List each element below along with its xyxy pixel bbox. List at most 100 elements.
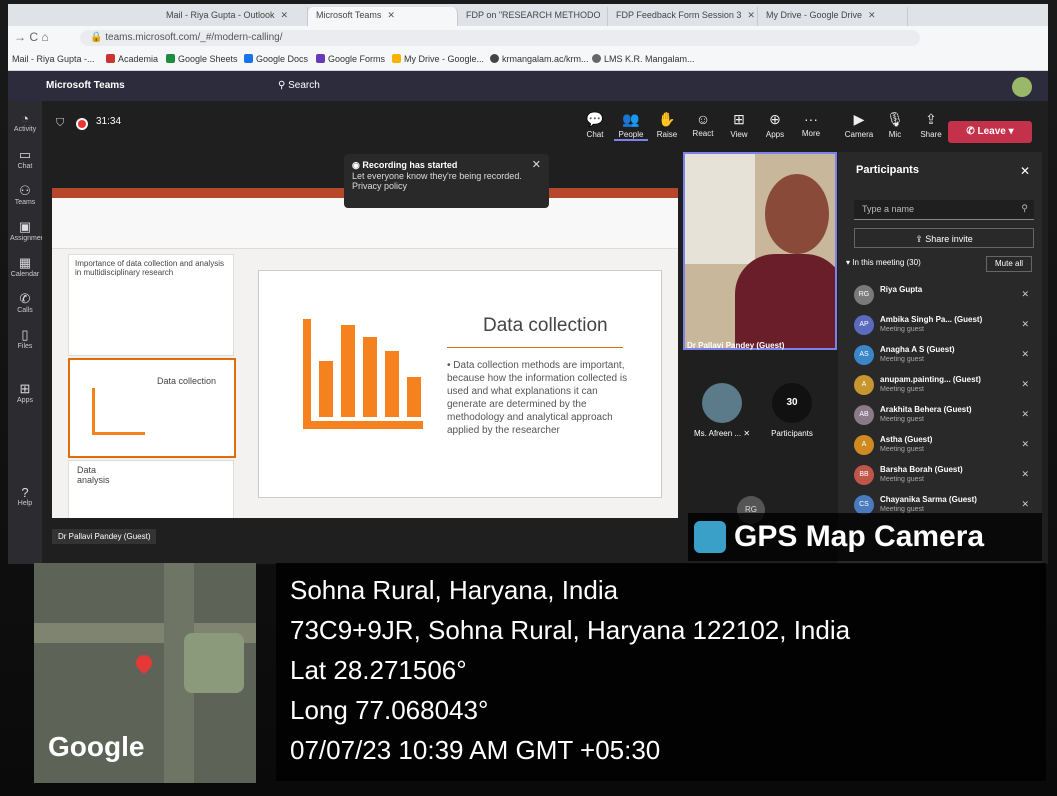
tab-fdp[interactable]: FDP on "RESEARCH METHODO✕: [458, 7, 608, 26]
people-button[interactable]: 👥 People: [614, 111, 648, 141]
participant-row[interactable]: Aanupam.painting... (Guest) Meeting guest…: [854, 372, 1039, 402]
bookmark-forms[interactable]: Google Forms: [316, 54, 385, 64]
participant-row[interactable]: BB Barsha Borah (Guest) Meeting guest ✕: [854, 462, 1039, 492]
search-box[interactable]: ⚲ Search: [278, 80, 320, 91]
more-button[interactable]: ··· More: [794, 111, 828, 138]
react-button[interactable]: ☺ React: [686, 111, 720, 138]
close-icon[interactable]: ✕: [747, 10, 755, 20]
participant-search-input[interactable]: Type a name ⚲: [854, 200, 1034, 220]
rail-calendar[interactable]: ▦ Calendar: [10, 255, 40, 278]
bookmark-lms[interactable]: LMS K.R. Mangalam...: [592, 54, 695, 64]
share-button[interactable]: ⇪ Share: [914, 111, 948, 139]
button-label: Share: [920, 130, 942, 139]
rail-activity[interactable]: ◔ Activity: [10, 111, 40, 133]
bookmark-drive[interactable]: My Drive - Google...: [392, 54, 484, 64]
participant-role: Meeting guest: [880, 476, 924, 483]
map-brand: Google: [48, 731, 145, 762]
slide-thumb-2[interactable]: Data collection: [68, 358, 236, 458]
close-icon[interactable]: ✕: [281, 10, 289, 20]
mic-off-icon[interactable]: ✕: [1021, 439, 1029, 450]
toast-body: Let everyone know they're being recorded…: [352, 171, 522, 181]
apps-button[interactable]: ⊕ Apps: [758, 111, 792, 139]
button-label: Camera: [844, 130, 874, 139]
recording-icon: [76, 118, 88, 130]
participant-row[interactable]: AP Ambika Singh Pa... (Guest) Meeting gues…: [854, 312, 1039, 342]
mic-off-icon[interactable]: ✕: [1021, 469, 1029, 480]
help-icon: ?: [21, 485, 29, 500]
monitor-screen: Mail - Riya Gupta - Outlook ✕ Microsoft T…: [8, 4, 1048, 564]
close-icon[interactable]: ✕: [868, 10, 876, 20]
rail-teams[interactable]: ⚇ Teams: [10, 183, 40, 206]
bookmark-academia[interactable]: Academia: [106, 54, 158, 64]
camera-button[interactable]: ▶ Camera: [842, 111, 876, 139]
bookmark-label: krmangalam.ac/krm...: [502, 54, 589, 64]
participant-role: Meeting guest: [880, 356, 924, 363]
slide-thumb-1[interactable]: Importance of data collection and analys…: [68, 254, 234, 356]
leave-label: Leave: [977, 126, 1006, 137]
participant-row[interactable]: AS Anagha A S (Guest) Meeting guest ✕: [854, 342, 1039, 372]
mic-button[interactable]: 🎙 Mic: [878, 111, 912, 139]
avatar[interactable]: [1012, 77, 1032, 97]
share-icon: ⇪: [925, 111, 937, 127]
raise-button[interactable]: ✋ Raise: [650, 111, 684, 139]
mic-off-icon[interactable]: ✕: [1021, 409, 1029, 420]
participant-name: Riya Gupta: [880, 285, 923, 294]
slide-thumb-3[interactable]: Data analysis: [68, 460, 234, 518]
button-label: Raise: [656, 130, 678, 139]
participant-name: Ambika Singh Pa... (Guest): [880, 315, 983, 324]
chat-button[interactable]: 💬 Chat: [578, 111, 612, 139]
in-meeting-header[interactable]: ▾ In this meeting (30): [846, 258, 921, 267]
view-button[interactable]: ⊞ View: [722, 111, 756, 139]
call-controls: ⛉ 31:34 💬 Chat 👥 People ✋ Raise ☺ React ⊞ Vie…: [42, 101, 942, 151]
presenter-video[interactable]: [683, 152, 837, 350]
privacy-link[interactable]: Privacy policy: [352, 181, 541, 191]
rail-calls[interactable]: ✆ Calls: [10, 291, 40, 314]
participant-row[interactable]: AB Arakhita Behera (Guest) Meeting guest ✕: [854, 402, 1039, 432]
share-invite-button[interactable]: ⇪ Share invite: [854, 228, 1034, 248]
rail-assignments[interactable]: ▣ Assignments: [10, 219, 50, 242]
rail-help[interactable]: ? Help: [10, 485, 40, 507]
recording-toast: ◉ Recording has started Let everyone kno…: [344, 154, 549, 208]
tab-feedback[interactable]: FDP Feedback Form Session 3 ✕: [608, 7, 758, 26]
participants-count-tile[interactable]: 30 Participants: [762, 383, 822, 438]
bookmark-mail[interactable]: Mail - Riya Gupta -...: [12, 54, 95, 64]
bookmark-sheets[interactable]: Google Sheets: [166, 54, 238, 64]
participant-name: Astha (Guest): [880, 435, 933, 444]
button-label: More: [801, 129, 821, 138]
browser-tab-bar: Mail - Riya Gupta - Outlook ✕ Microsoft T…: [8, 4, 1048, 26]
close-icon[interactable]: ✕: [532, 158, 541, 171]
tab-outlook[interactable]: Mail - Riya Gupta - Outlook ✕: [158, 7, 308, 26]
calendar-icon: ▦: [18, 255, 32, 270]
rail-chat[interactable]: ▭ Chat: [10, 147, 40, 170]
map-pin-icon: [132, 651, 156, 675]
participant-tile[interactable]: Ms. Afreen ... ✕: [692, 383, 752, 438]
nav-arrows-icon[interactable]: → C ⌂: [14, 30, 49, 44]
tab-drive[interactable]: My Drive - Google Drive ✕: [758, 7, 908, 26]
mic-off-icon[interactable]: ✕: [1021, 379, 1029, 390]
close-icon[interactable]: ✕: [1020, 164, 1030, 178]
thumb-title: Data collection: [156, 376, 216, 386]
map-area: [184, 633, 244, 693]
participant-row[interactable]: RG Riya Gupta ✕: [854, 282, 1039, 312]
tab-teams[interactable]: Microsoft Teams ✕: [308, 7, 458, 26]
close-icon[interactable]: ✕: [387, 10, 395, 20]
mic-off-icon[interactable]: ✕: [1021, 319, 1029, 330]
more-icon: ···: [804, 111, 818, 127]
panel-title: Participants: [856, 164, 919, 176]
bookmark-krm[interactable]: krmangalam.ac/krm...: [490, 54, 589, 64]
url-field[interactable]: 🔒 teams.microsoft.com/_#/modern-calling/: [80, 30, 920, 46]
mute-all-button[interactable]: Mute all: [986, 256, 1032, 272]
chart-bar: [363, 337, 377, 417]
leave-button[interactable]: ✆ Leave ▾: [948, 121, 1032, 143]
rail-files[interactable]: ▯ Files: [10, 327, 40, 350]
tab-label: FDP on "RESEARCH METHODO: [466, 10, 601, 20]
toast-title-text: Recording has started: [362, 160, 458, 170]
mic-off-icon[interactable]: ✕: [1021, 349, 1029, 360]
mic-off-icon[interactable]: ✕: [1021, 289, 1029, 300]
avatar: A: [854, 435, 874, 455]
mic-off-icon: ✕: [741, 429, 751, 438]
participant-row[interactable]: A Astha (Guest) Meeting guest ✕: [854, 432, 1039, 462]
mic-off-icon[interactable]: ✕: [1021, 499, 1029, 510]
bookmark-docs[interactable]: Google Docs: [244, 54, 308, 64]
rail-apps[interactable]: ⊞ Apps: [10, 381, 40, 404]
